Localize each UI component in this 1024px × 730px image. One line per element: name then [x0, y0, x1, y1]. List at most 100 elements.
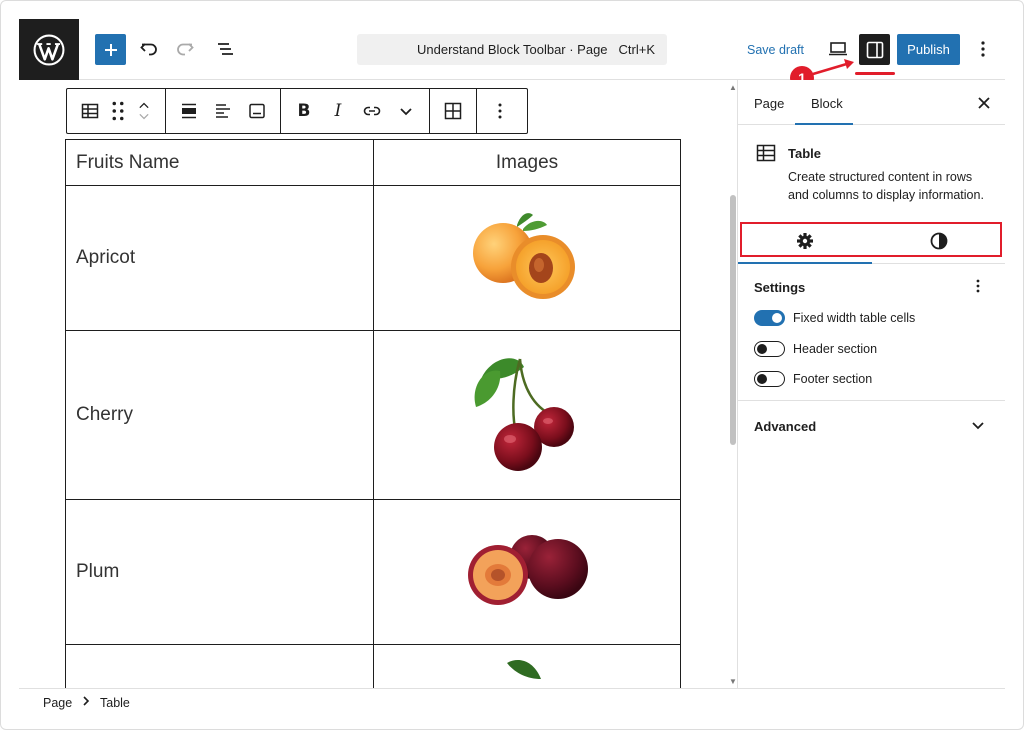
bold-button[interactable]: B — [287, 89, 321, 133]
undo-icon — [140, 43, 157, 56]
drag-handle-icon — [112, 101, 124, 121]
table-icon — [756, 144, 776, 162]
close-icon — [978, 97, 990, 109]
toggle-footer-section[interactable]: Footer section — [754, 369, 872, 389]
breadcrumb-page[interactable]: Page — [43, 696, 72, 710]
align-text-icon — [216, 104, 230, 118]
italic-button[interactable]: I — [321, 89, 355, 133]
block-toolbar-group-options — [477, 89, 523, 133]
link-button[interactable] — [355, 89, 389, 133]
block-card-description: Create structured content in rows and co… — [788, 170, 984, 202]
caption-button[interactable] — [240, 89, 274, 133]
table-cell-name[interactable]: Cherry — [65, 330, 374, 500]
chevron-down-icon — [400, 108, 412, 116]
annotation-underline — [855, 72, 895, 75]
move-up-down-icon — [139, 102, 149, 120]
scroll-down-arrow-icon[interactable]: ▼ — [729, 677, 737, 686]
block-card-title: Table — [788, 146, 821, 161]
fruits-table[interactable]: Fruits Name Images Apricot Cherry Plum — [65, 139, 681, 705]
sidebar-icon — [866, 41, 883, 58]
breadcrumb-table[interactable]: Table — [100, 696, 130, 710]
scroll-up-arrow-icon[interactable]: ▲ — [729, 83, 737, 92]
table-header-row: Fruits Name Images — [65, 139, 681, 186]
table-cell-name[interactable]: Apricot — [65, 185, 374, 331]
undo-button[interactable] — [135, 35, 163, 63]
block-type-button[interactable] — [73, 89, 107, 133]
publish-button[interactable]: Publish — [897, 34, 960, 65]
more-vertical-icon — [976, 279, 980, 293]
cherry-image — [474, 358, 574, 471]
panel-divider — [738, 400, 1005, 401]
caption-icon — [249, 103, 265, 119]
table-row: Apricot — [65, 185, 681, 331]
list-view-icon — [218, 43, 233, 55]
settings-options-button[interactable] — [972, 276, 984, 296]
annotation-arrow-1 — [812, 59, 854, 76]
command-shortcut: Ctrl+K — [618, 42, 655, 57]
block-breadcrumb: Page Table — [19, 688, 1005, 716]
table-cell-image[interactable] — [373, 499, 681, 645]
document-overview-button[interactable] — [211, 35, 239, 63]
toggle-fixed-width[interactable]: Fixed width table cells — [754, 308, 915, 328]
close-sidebar-button[interactable] — [974, 93, 994, 113]
block-options-button[interactable] — [483, 89, 517, 133]
plus-icon — [104, 43, 117, 56]
tab-page[interactable]: Page — [754, 96, 784, 111]
block-toolbar-group-format: B I — [281, 89, 430, 133]
table-header-cell[interactable]: Images — [373, 139, 681, 186]
document-title: Understand Block Toolbar · Page — [417, 42, 608, 57]
table-cell-image[interactable] — [373, 185, 681, 331]
tab-block[interactable]: Block — [811, 96, 843, 111]
toggle-label: Footer section — [793, 372, 873, 386]
add-block-button[interactable] — [95, 34, 126, 65]
table-row: Plum — [65, 499, 681, 645]
link-icon — [363, 106, 381, 116]
settings-sidebar: Page Block Table Create structured conte… — [738, 80, 1005, 688]
table-cell-name[interactable]: Plum — [65, 499, 374, 645]
chevron-right-icon — [83, 696, 90, 706]
plum-image — [468, 535, 588, 605]
command-palette-bar[interactable]: Understand Block Toolbar · Page Ctrl+K — [357, 34, 667, 65]
leaf-image — [507, 660, 541, 679]
apricot-image — [473, 213, 575, 299]
more-vertical-icon — [498, 103, 502, 119]
table-cell-image[interactable] — [373, 330, 681, 500]
toggle-switch-off[interactable] — [754, 341, 785, 357]
settings-sidebar-toggle[interactable] — [859, 34, 890, 65]
move-up-down-button[interactable] — [129, 89, 159, 133]
block-toolbar-group-table — [430, 89, 477, 133]
redo-button[interactable] — [171, 35, 199, 63]
active-subtab-indicator — [738, 262, 872, 264]
wordpress-logo-button[interactable] — [19, 19, 79, 80]
table-header-cell[interactable]: Fruits Name — [65, 139, 374, 186]
drag-handle-button[interactable] — [107, 89, 129, 133]
canvas-scroll-thumb[interactable] — [730, 195, 736, 445]
settings-panel-title: Settings — [754, 280, 806, 295]
advanced-expand-button[interactable] — [971, 416, 987, 436]
toggle-switch-on[interactable] — [754, 310, 785, 326]
toggle-switch-off[interactable] — [754, 371, 785, 387]
block-toolbar-group-align — [166, 89, 281, 133]
align-button[interactable] — [172, 89, 206, 133]
block-toolbar: B I — [66, 88, 528, 134]
annotation-highlight-box — [740, 222, 1002, 257]
table-row: Cherry — [65, 330, 681, 500]
redo-icon — [177, 43, 194, 56]
align-text-button[interactable] — [206, 89, 240, 133]
toggle-label: Fixed width table cells — [793, 311, 916, 325]
edit-table-button[interactable] — [436, 89, 470, 133]
save-draft-button[interactable]: Save draft — [747, 43, 804, 57]
align-icon — [182, 103, 196, 119]
block-toolbar-group-block — [67, 89, 166, 133]
more-rich-text-button[interactable] — [389, 89, 423, 133]
options-menu-button[interactable] — [973, 35, 993, 63]
active-tab-indicator — [795, 123, 853, 125]
edit-table-icon — [444, 102, 462, 120]
toggle-label: Header section — [793, 342, 878, 356]
desktop-icon — [829, 42, 847, 56]
more-vertical-icon — [981, 41, 985, 57]
toggle-header-section[interactable]: Header section — [754, 339, 877, 359]
table-icon — [81, 103, 99, 119]
wordpress-icon — [33, 34, 65, 65]
advanced-panel-toggle[interactable]: Advanced — [754, 419, 816, 434]
